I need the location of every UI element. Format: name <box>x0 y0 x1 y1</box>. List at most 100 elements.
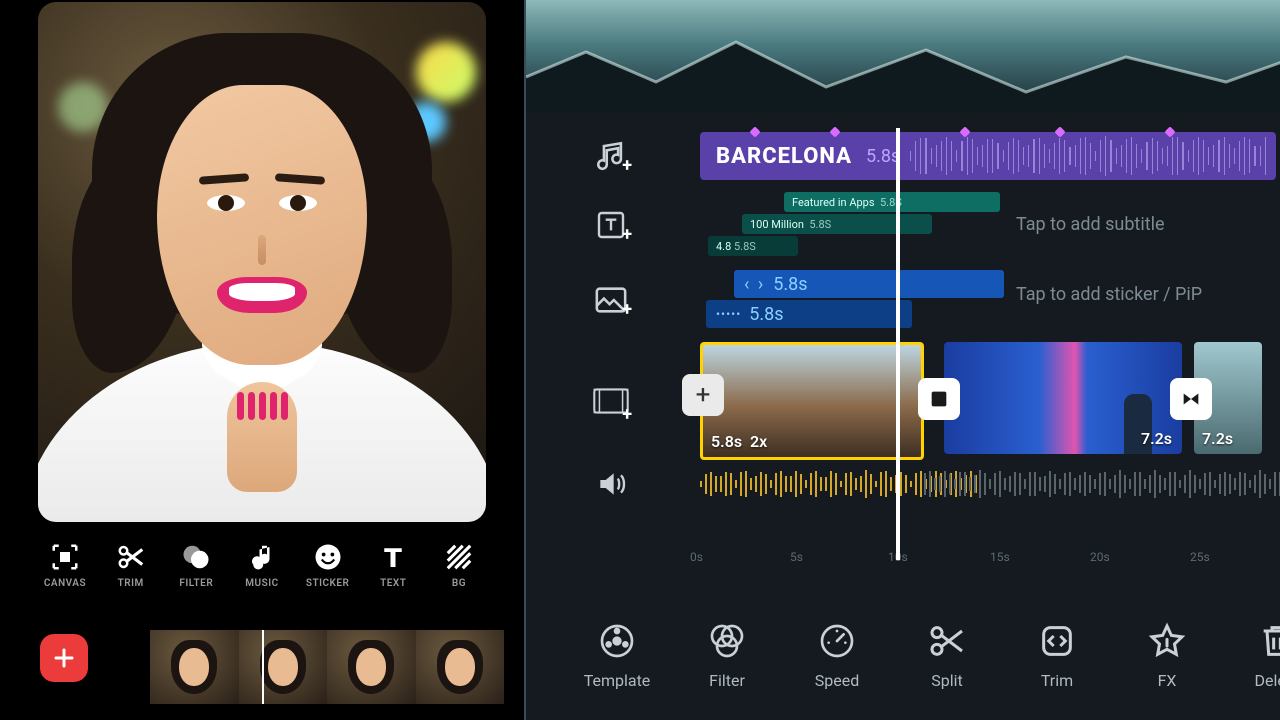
filter-venn-icon <box>707 621 747 661</box>
tool-label: Trim <box>1041 671 1073 690</box>
mountain-ridge <box>526 32 1280 112</box>
bg-tool[interactable]: BG <box>430 542 488 589</box>
speed-button[interactable]: Speed <box>802 621 872 690</box>
add-text-button[interactable]: + <box>584 201 638 249</box>
canvas-icon <box>50 542 80 572</box>
time-ruler: 0s 5s 10s 15s 20s 25s <box>700 550 1268 570</box>
add-pip-button[interactable]: + <box>584 276 638 324</box>
tool-label: STICKER <box>306 578 350 589</box>
trim-tool[interactable]: TRIM <box>102 542 160 589</box>
preview-strip <box>526 0 1280 112</box>
marker[interactable] <box>1164 126 1175 137</box>
delete-button[interactable]: Delete <box>1242 621 1280 690</box>
video-track-row: + + 5.8s 2x 7.2s 7.2s <box>526 342 1280 460</box>
filter-icon <box>181 542 211 572</box>
clip-duration: 7.2s <box>1202 429 1233 448</box>
ruler-tick: 25s <box>1190 550 1210 564</box>
tool-label: Speed <box>815 671 859 690</box>
volume-button[interactable] <box>584 466 638 502</box>
audio-track-row <box>526 466 1280 502</box>
pip-clip[interactable]: •••••5.8s <box>706 300 912 328</box>
video-preview[interactable] <box>38 2 486 522</box>
tool-label: BG <box>452 578 466 589</box>
trim-icon <box>1037 621 1077 661</box>
primary-toolbar: CANVAS TRIM FILTER MUSIC STICKER TEXT <box>0 536 524 589</box>
transition-button[interactable] <box>1170 378 1212 420</box>
marker[interactable] <box>829 126 840 137</box>
transition-button[interactable] <box>918 378 960 420</box>
thumb[interactable] <box>327 630 416 704</box>
trim-button[interactable]: Trim <box>1022 621 1092 690</box>
ruler-tick: 15s <box>990 550 1010 564</box>
fx-button[interactable]: FX <box>1132 621 1202 690</box>
plus-icon: + <box>696 380 711 410</box>
marker[interactable] <box>1054 126 1065 137</box>
plus-icon <box>52 646 76 670</box>
smiley-icon <box>313 542 343 572</box>
video-clip[interactable]: 7.2s <box>944 342 1182 454</box>
tool-label: Delete <box>1254 671 1280 690</box>
music-track-row: + BARCELONA 5.8s <box>526 132 1280 180</box>
text-icon <box>378 542 408 572</box>
plus-icon: + <box>622 299 632 320</box>
bowtie-icon <box>1180 388 1202 410</box>
timeline: + BARCELONA 5.8s + Featured in App <box>526 112 1280 600</box>
music-clip-title: BARCELONA <box>716 144 852 169</box>
template-icon <box>597 621 637 661</box>
scissors-icon <box>116 542 146 572</box>
right-panel: + BARCELONA 5.8s + Featured in App <box>524 0 1280 720</box>
add-subtitle-hint[interactable]: Tap to add subtitle <box>1016 214 1165 235</box>
left-panel: CANVAS TRIM FILTER MUSIC STICKER TEXT <box>0 0 524 720</box>
tool-label: TRIM <box>118 578 144 589</box>
text-clip[interactable]: 4.8 5.8S <box>708 236 798 256</box>
add-pip-hint[interactable]: Tap to add sticker / PiP <box>1016 284 1202 305</box>
tool-label: FILTER <box>179 578 213 589</box>
clip-filmstrip[interactable] <box>150 630 504 704</box>
add-music-button[interactable]: + <box>584 132 638 180</box>
video-clip-selected[interactable]: 5.8s 2x <box>700 342 924 460</box>
music-tool[interactable]: MUSIC <box>233 542 291 589</box>
star-icon <box>1147 621 1187 661</box>
trash-icon <box>1257 621 1280 661</box>
tool-label: CANVAS <box>44 578 86 589</box>
tool-label: Split <box>931 671 963 690</box>
marker[interactable] <box>749 126 760 137</box>
thumb[interactable] <box>150 630 239 704</box>
beat-markers <box>701 128 1260 138</box>
playhead-indicator[interactable] <box>262 630 264 704</box>
text-clip[interactable]: Featured in Apps 5.8S <box>784 192 1000 212</box>
add-media-button[interactable] <box>40 634 88 682</box>
speaker-icon <box>595 468 627 500</box>
tool-label: MUSIC <box>245 578 278 589</box>
insert-clip-button[interactable]: + <box>682 374 724 416</box>
background-icon <box>444 542 474 572</box>
music-clip[interactable]: BARCELONA 5.8s <box>700 132 1276 180</box>
plus-icon: + <box>622 224 632 245</box>
playhead[interactable] <box>896 128 900 560</box>
portrait-face <box>157 85 367 365</box>
filter-tool[interactable]: FILTER <box>167 542 225 589</box>
plus-icon: + <box>622 155 632 176</box>
tool-label: FX <box>1158 671 1177 690</box>
gauge-icon <box>817 621 857 661</box>
text-tool[interactable]: TEXT <box>364 542 422 589</box>
audio-waveform[interactable] <box>924 470 1280 498</box>
ruler-tick: 5s <box>790 550 803 564</box>
thumb[interactable] <box>239 630 328 704</box>
pip-track-row: + ‹ ›5.8s •••••5.8s Tap to add sticker /… <box>526 270 1280 330</box>
template-button[interactable]: Template <box>582 621 652 690</box>
text-clip[interactable]: 100 Million 5.8S <box>742 214 932 234</box>
marker[interactable] <box>959 126 970 137</box>
add-video-button[interactable]: + <box>584 373 638 429</box>
pip-clip[interactable]: ‹ ›5.8s <box>734 270 1004 298</box>
split-button[interactable]: Split <box>912 621 982 690</box>
canvas-tool[interactable]: CANVAS <box>36 542 94 589</box>
tool-label: Template <box>584 671 651 690</box>
tool-label: TEXT <box>380 578 406 589</box>
thumb[interactable] <box>416 630 505 704</box>
filter-button[interactable]: Filter <box>692 621 762 690</box>
scissors-icon <box>927 621 967 661</box>
bokeh-light <box>416 42 476 102</box>
clip-info: 5.8s 2x <box>711 432 767 451</box>
sticker-tool[interactable]: STICKER <box>299 542 357 589</box>
